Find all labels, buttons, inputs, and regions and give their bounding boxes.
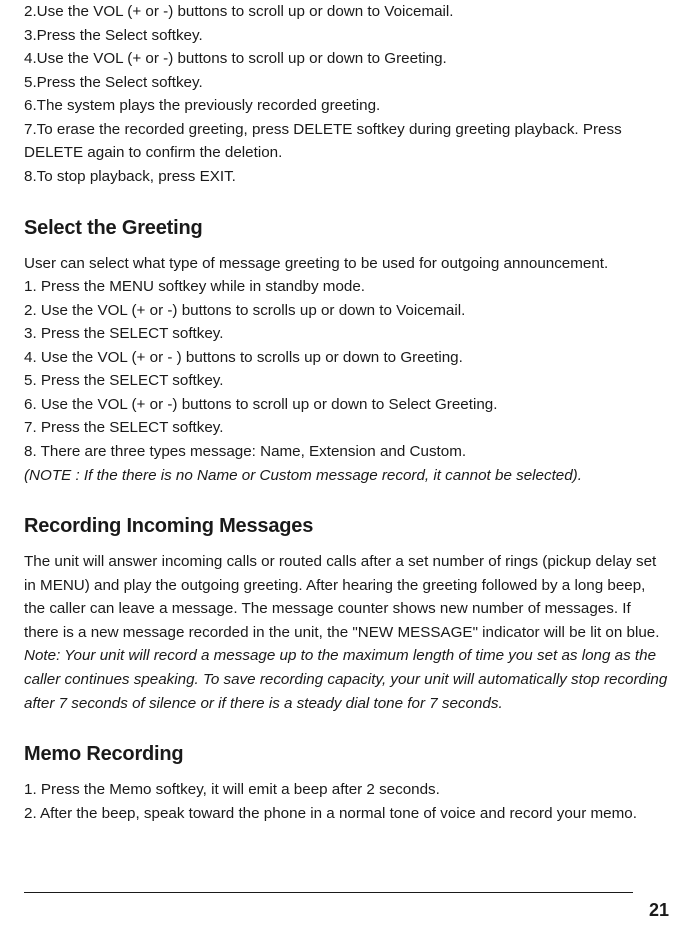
sg-step-2: 2. Use the VOL (+ or -) buttons to scrol… <box>24 299 669 323</box>
footer-divider <box>24 892 633 894</box>
top-steps-block: 2.Use the VOL (+ or -) buttons to scroll… <box>24 0 669 189</box>
sg-step-8: 8. There are three types message: Name, … <box>24 440 669 464</box>
sg-step-1: 1. Press the MENU softkey while in stand… <box>24 275 669 299</box>
sg-step-5: 5. Press the SELECT softkey. <box>24 369 669 393</box>
sg-note: (NOTE : If the there is no Name or Custo… <box>24 464 669 488</box>
sg-step-4: 4. Use the VOL (+ or - ) buttons to scro… <box>24 346 669 370</box>
step-6: 6.The system plays the previously record… <box>24 94 669 118</box>
recording-incoming-note: Note: Your unit will record a message up… <box>24 644 669 715</box>
select-greeting-intro: User can select what type of message gre… <box>24 252 669 276</box>
recording-incoming-body: The unit will answer incoming calls or r… <box>24 550 669 644</box>
step-7: 7.To erase the recorded greeting, press … <box>24 118 669 165</box>
step-2: 2.Use the VOL (+ or -) buttons to scroll… <box>24 0 669 24</box>
page-number: 21 <box>649 900 669 921</box>
step-4: 4.Use the VOL (+ or -) buttons to scroll… <box>24 47 669 71</box>
step-5: 5.Press the Select softkey. <box>24 71 669 95</box>
step-8: 8.To stop playback, press EXIT. <box>24 165 669 189</box>
select-greeting-block: User can select what type of message gre… <box>24 252 669 488</box>
select-greeting-title: Select the Greeting <box>24 213 669 244</box>
recording-incoming-block: The unit will answer incoming calls or r… <box>24 550 669 715</box>
recording-incoming-title: Recording Incoming Messages <box>24 511 669 542</box>
sg-step-3: 3. Press the SELECT softkey. <box>24 322 669 346</box>
memo-step-1: 1. Press the Memo softkey, it will emit … <box>24 778 669 802</box>
memo-recording-title: Memo Recording <box>24 739 669 770</box>
memo-step-2: 2. After the beep, speak toward the phon… <box>24 802 669 826</box>
sg-step-7: 7. Press the SELECT softkey. <box>24 416 669 440</box>
sg-step-6: 6. Use the VOL (+ or -) buttons to scrol… <box>24 393 669 417</box>
step-3: 3.Press the Select softkey. <box>24 24 669 48</box>
memo-recording-block: 1. Press the Memo softkey, it will emit … <box>24 778 669 825</box>
